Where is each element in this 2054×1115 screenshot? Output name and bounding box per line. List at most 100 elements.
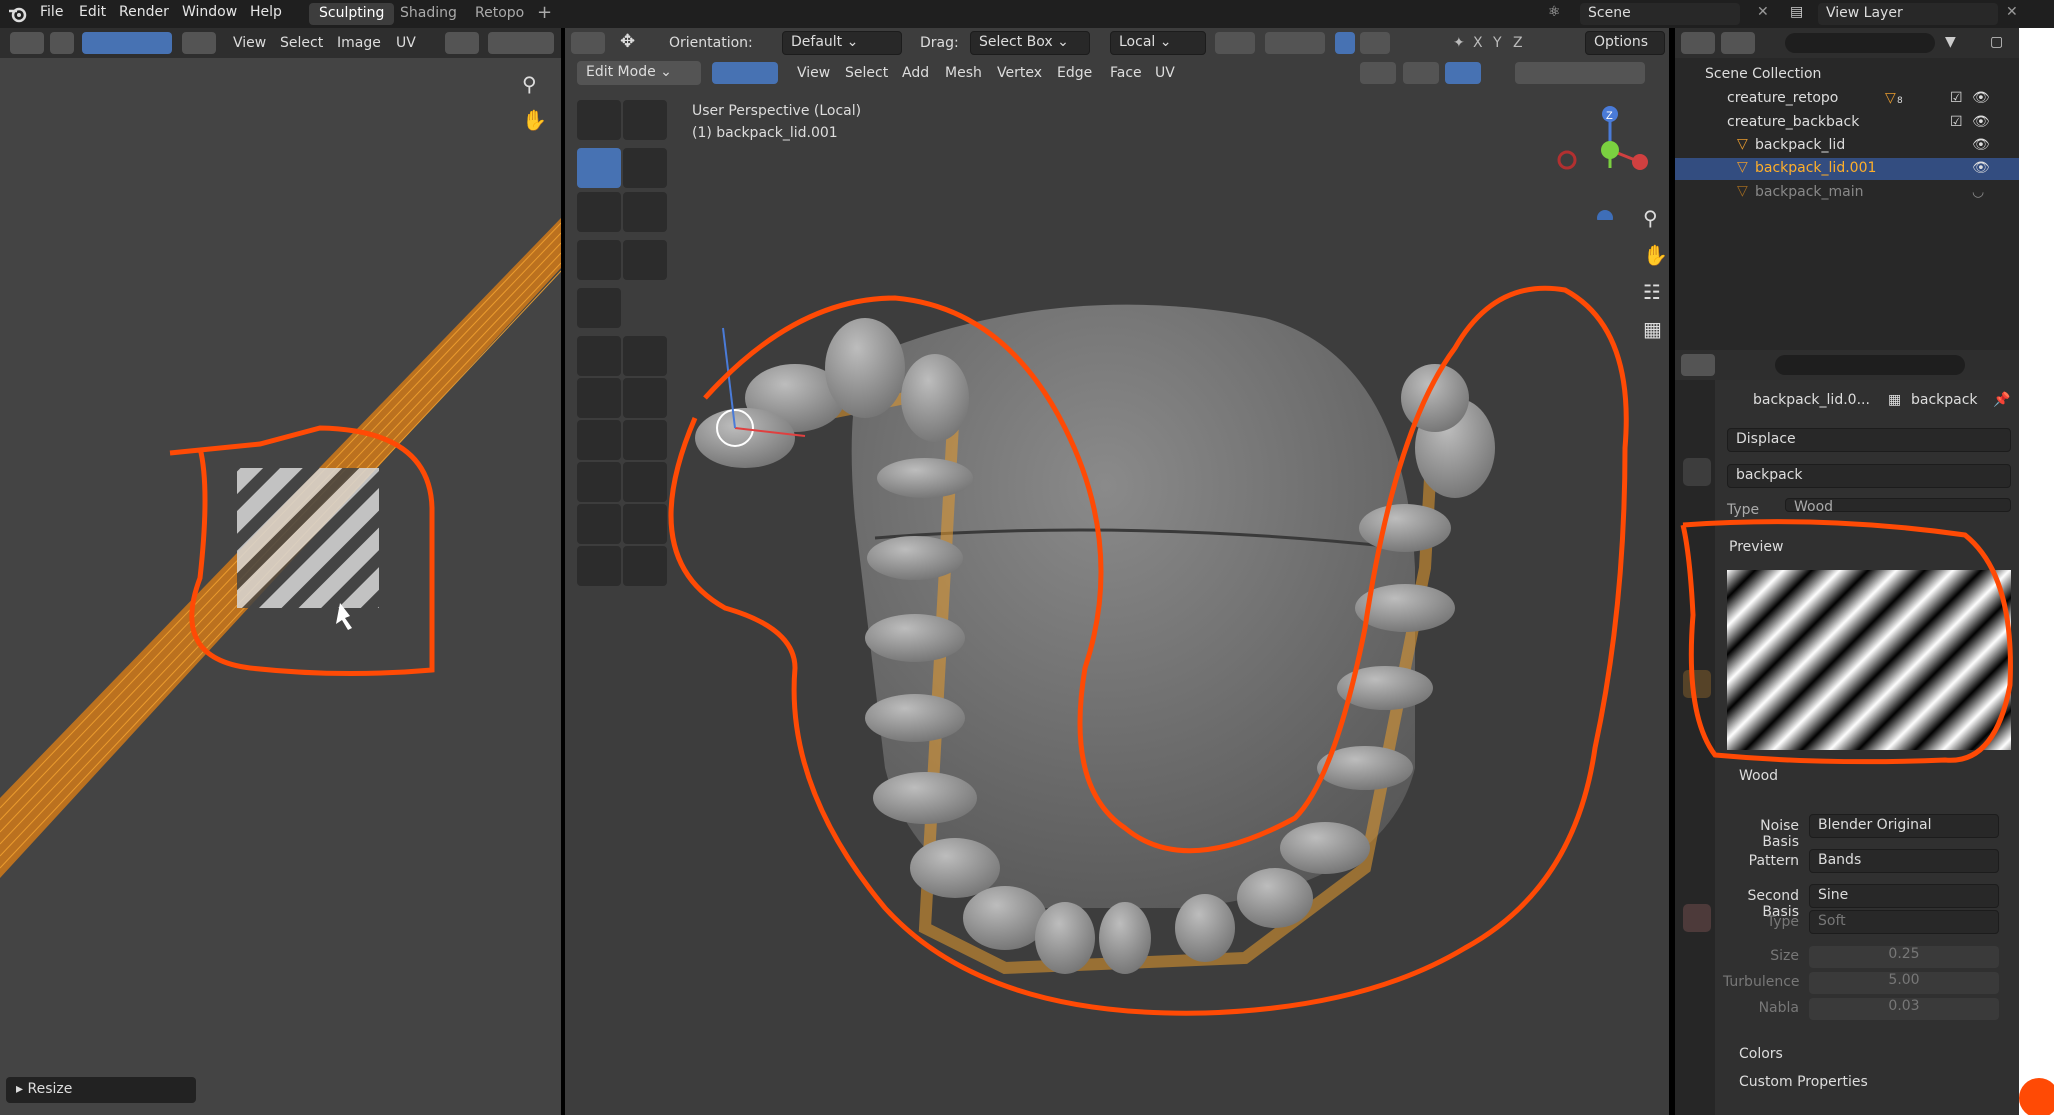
menu-file[interactable]: File — [40, 4, 63, 20]
snap-buttons[interactable] — [488, 32, 554, 54]
size-field[interactable]: 0.25 — [1809, 946, 1999, 968]
item-name: creature_backback — [1727, 114, 1860, 130]
scene-close-icon[interactable]: ✕ — [1757, 4, 1769, 20]
uv-menu-select[interactable]: Select — [280, 35, 323, 51]
outliner-row-creature-retopo[interactable]: creature_retopo ▽ 8 ☑ 👁 — [1675, 88, 2019, 110]
type2-label: Type — [1766, 914, 1799, 930]
render-tab-icon[interactable] — [1683, 458, 1711, 486]
eye-icon[interactable]: 👁 — [1972, 114, 1990, 130]
new-collection-icon[interactable]: ▢ — [1990, 34, 2003, 50]
colors-panel-header[interactable]: Colors — [1715, 1040, 2019, 1068]
texture-ref-name[interactable]: backpack — [1911, 392, 1978, 408]
noise-basis-label: Noise Basis — [1760, 818, 1799, 850]
properties-header — [1675, 350, 2019, 380]
item-name: backpack_lid — [1755, 137, 1846, 153]
modifier-name: Displace — [1736, 431, 1796, 447]
uv-canvas[interactable] — [0, 58, 561, 1058]
sync-selection-icon[interactable] — [50, 32, 74, 54]
scene-collection-label[interactable]: Scene Collection — [1705, 66, 1821, 82]
custom-properties-header[interactable]: Custom Properties — [1715, 1068, 2019, 1096]
outliner-editor-type[interactable] — [1681, 32, 1715, 54]
view-layer-close-icon[interactable]: ✕ — [2006, 4, 2018, 20]
data-tab-icon[interactable] — [1683, 830, 1711, 858]
object-name[interactable]: backpack_lid.0... — [1753, 392, 1870, 408]
scene-name[interactable]: Scene — [1588, 5, 1631, 21]
custom-header: Custom Properties — [1739, 1074, 1868, 1090]
second-basis-dropdown[interactable]: Sine — [1809, 884, 1999, 908]
properties-search-input[interactable] — [1775, 355, 1965, 375]
pivot-button[interactable] — [445, 32, 479, 54]
mesh-icon: ▽ — [1737, 183, 1748, 199]
eye-icon[interactable]: 👁 — [1972, 137, 1990, 153]
outliner-row-creature-backback[interactable]: creature_backback ☑ 👁 — [1675, 112, 2019, 134]
uv-header: View Select Image UV — [0, 28, 561, 58]
pin-icon[interactable]: 📌 — [1993, 392, 2010, 408]
texture-checker-icon: ▦ — [1888, 392, 1902, 408]
eye-icon[interactable]: 👁 — [1972, 90, 1990, 106]
turbulence-field[interactable]: 5.00 — [1809, 972, 1999, 994]
outliner-row-backpack-lid-001[interactable]: ▽ backpack_lid.001 👁 — [1675, 158, 2019, 180]
tool-tab-icon[interactable] — [1683, 392, 1711, 420]
pattern-label: Pattern — [1748, 853, 1799, 869]
view-layer-selector[interactable]: View Layer — [1818, 3, 1998, 25]
uv-menu-view[interactable]: View — [233, 35, 266, 51]
size-label: Size — [1770, 948, 1799, 964]
constraints-tab-icon[interactable] — [1683, 798, 1711, 826]
filter-icon[interactable]: ▼ — [1945, 34, 1956, 50]
menu-render[interactable]: Render — [119, 4, 169, 20]
outliner-header: ▼ ▢ — [1675, 28, 2019, 58]
select-mode-buttons[interactable] — [82, 32, 172, 54]
outliner[interactable]: ▼ ▢ Scene Collection creature_retopo ▽ 8… — [1675, 28, 2019, 350]
menu-window[interactable]: Window — [182, 4, 237, 20]
properties-editor-type[interactable] — [1681, 354, 1715, 376]
scene-icon[interactable]: ⚛ — [1548, 4, 1561, 20]
type2-dropdown[interactable]: Soft — [1809, 910, 1999, 934]
annotation-scribble — [668, 285, 1629, 1016]
eye-hidden-icon[interactable]: ◡ — [1972, 184, 1984, 200]
modifier-selector[interactable]: Displace — [1727, 428, 2011, 452]
tab-retopo[interactable]: Retopo — [465, 3, 534, 25]
display-mode-button[interactable] — [1721, 32, 1755, 54]
output-tab-icon[interactable] — [1683, 490, 1711, 518]
noise-basis-dropdown[interactable]: Blender Original — [1809, 814, 1999, 838]
pattern-value: Bands — [1818, 852, 1862, 868]
annotation-overlay — [668, 285, 1629, 1016]
scene-selector[interactable]: Scene — [1580, 3, 1740, 25]
texture-datablock[interactable]: backpack — [1727, 464, 2011, 488]
uv-editor[interactable]: View Select Image UV ⚲ ✋ ▸ Resize — [0, 28, 561, 1115]
menu-help[interactable]: Help — [250, 4, 282, 20]
record-indicator-icon — [2019, 1078, 2054, 1115]
item-name: backpack_main — [1755, 184, 1864, 200]
nabla-field[interactable]: 0.03 — [1809, 998, 1999, 1020]
type-dropdown[interactable]: Wood — [1785, 498, 2011, 512]
checkbox-icon[interactable]: ☑ — [1950, 114, 1963, 130]
last-operator-panel[interactable]: ▸ Resize — [6, 1077, 196, 1103]
view-layer-name[interactable]: View Layer — [1826, 5, 1903, 21]
outliner-row-backpack-main[interactable]: ▽ backpack_main ◡ — [1675, 182, 2019, 204]
3d-viewport[interactable]: ✥ Orientation: Default ⌄ Drag: Select Bo… — [565, 28, 1669, 1115]
texture-tab-icon[interactable] — [1683, 904, 1711, 932]
uv-menu-image[interactable]: Image — [337, 35, 381, 51]
texture-name[interactable]: backpack — [1736, 467, 1803, 483]
tab-shading[interactable]: Shading — [390, 3, 467, 25]
item-name: creature_retopo — [1727, 90, 1839, 106]
eye-icon[interactable]: 👁 — [1972, 160, 1990, 176]
menu-edit[interactable]: Edit — [79, 4, 106, 20]
add-workspace-icon[interactable]: + — [537, 2, 552, 23]
outliner-search-input[interactable] — [1785, 33, 1935, 53]
tab-sculpting[interactable]: Sculpting — [309, 3, 395, 25]
sticky-select-button[interactable] — [182, 32, 216, 54]
editor-type-button[interactable] — [10, 32, 44, 54]
pattern-dropdown[interactable]: Bands — [1809, 849, 1999, 873]
blender-logo-icon[interactable] — [8, 5, 28, 23]
material-tab-icon[interactable] — [1683, 862, 1711, 890]
top-menu-bar: File Edit Render Window Help Sculpting S… — [0, 0, 2054, 28]
properties-editor[interactable]: backpack_lid.0... ▦ backpack 📌 Displace … — [1675, 350, 2019, 1115]
annotation-preview-circle — [1680, 519, 2013, 765]
outliner-row-backpack-lid[interactable]: ▽ backpack_lid 👁 — [1675, 135, 2019, 157]
uv-menu-uv[interactable]: UV — [396, 35, 416, 51]
noise-basis-value: Blender Original — [1818, 817, 1932, 833]
modifier-icon: ▽ — [1885, 90, 1896, 106]
checkbox-icon[interactable]: ☑ — [1950, 90, 1963, 106]
view-layer-icon[interactable]: ▤ — [1790, 4, 1803, 20]
